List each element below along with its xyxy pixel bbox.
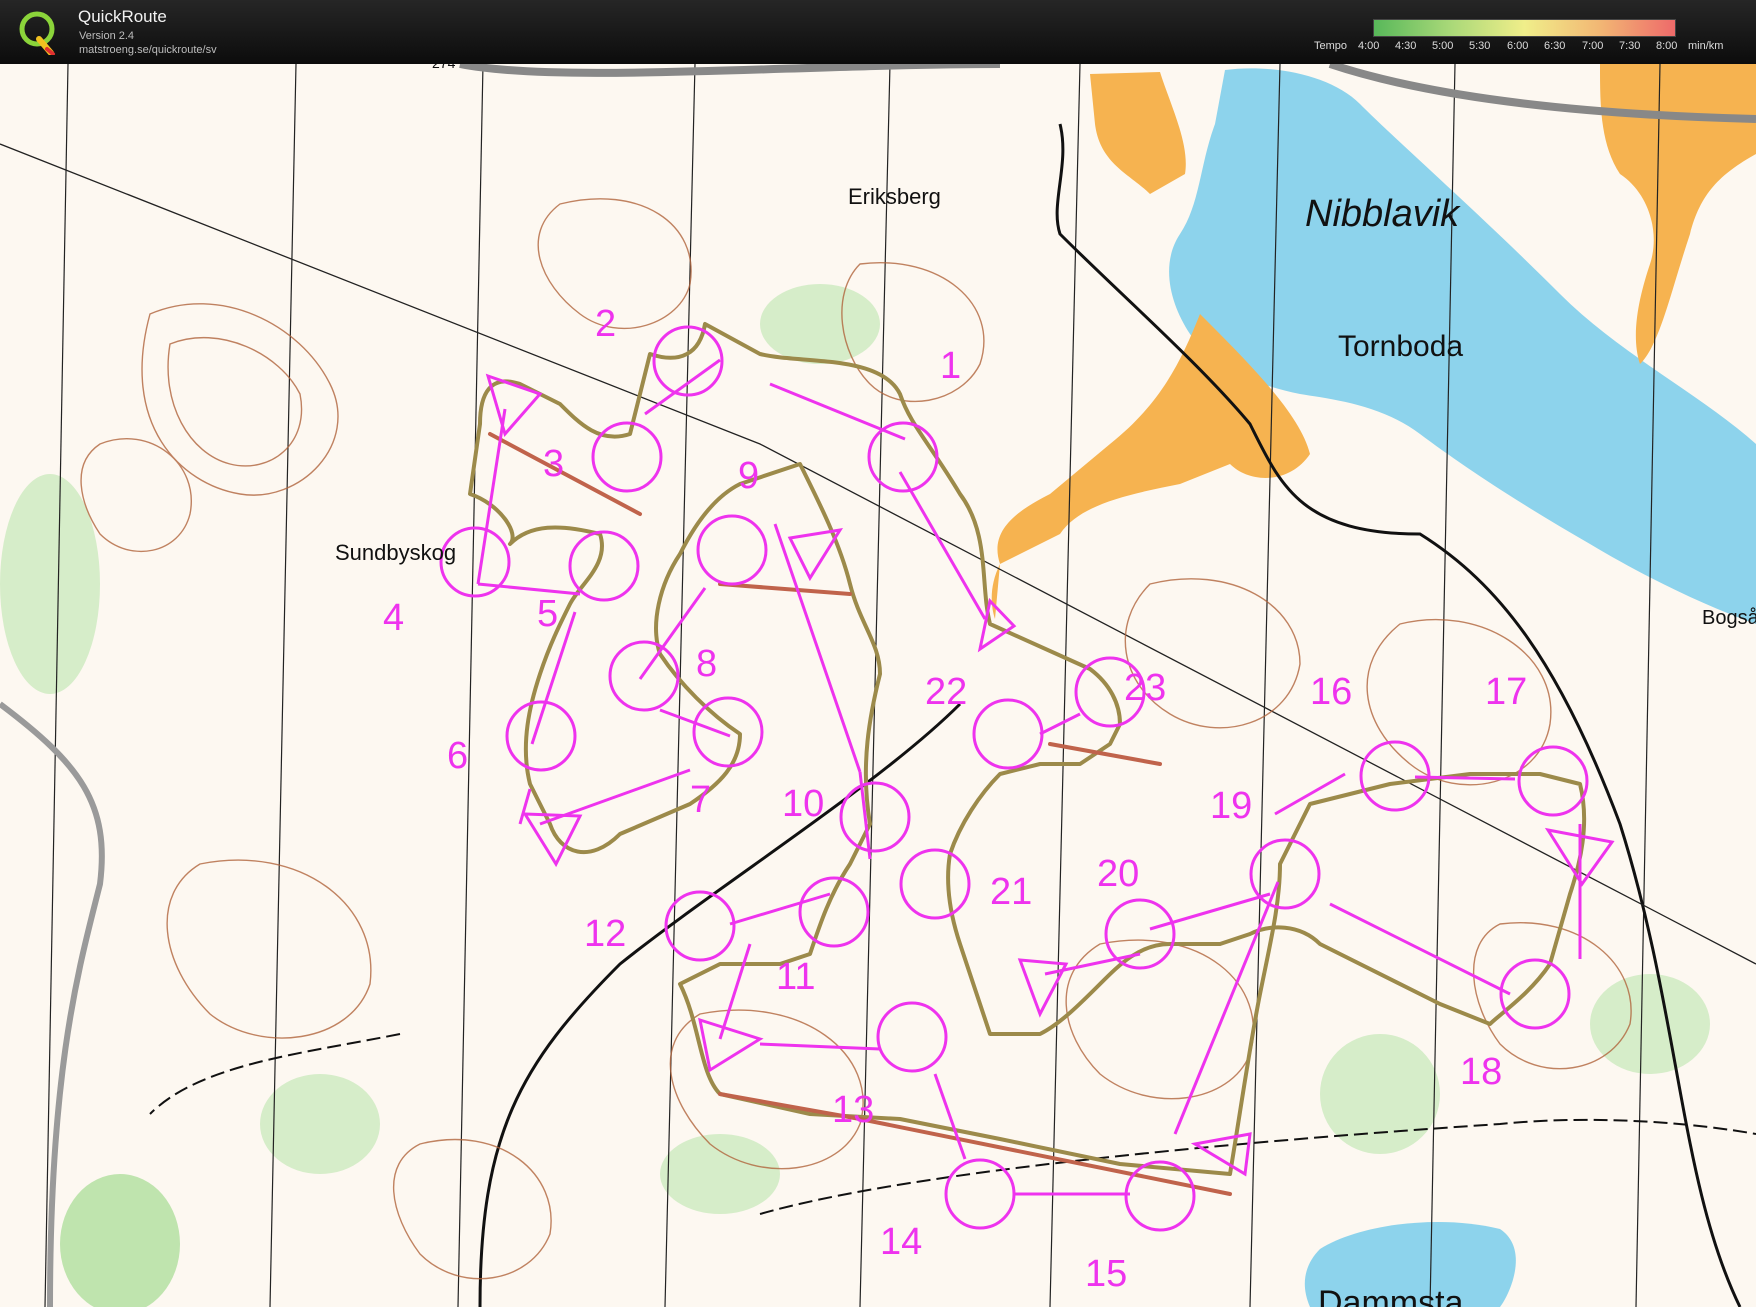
road-number: 274 <box>432 64 456 71</box>
green-area <box>760 284 880 364</box>
control-number: 16 <box>1310 671 1352 713</box>
control-number: 13 <box>832 1089 874 1131</box>
control-number: 19 <box>1210 785 1252 827</box>
control-number: 1 <box>940 345 961 387</box>
control-number: 11 <box>776 956 815 998</box>
green-area <box>1590 974 1710 1074</box>
start-triangle <box>1017 958 1069 1018</box>
control-number: 23 <box>1124 667 1166 709</box>
place-name-nibblavik: Nibblavik <box>1305 193 1461 235</box>
pace-tick: 7:00 <box>1582 40 1604 52</box>
control-number: 15 <box>1085 1253 1127 1295</box>
control-number: 7 <box>690 779 711 821</box>
green-area <box>0 474 100 694</box>
control-number: 4 <box>383 597 404 639</box>
pace-tick: 8:00 <box>1656 40 1678 52</box>
orienteering-map[interactable]: 1 2 3 4 5 6 7 8 9 10 11 12 13 14 15 16 1… <box>0 64 1756 1307</box>
app-title: QuickRoute <box>78 7 167 26</box>
green-area <box>60 1174 180 1307</box>
app-url[interactable]: matstroeng.se/quickroute/sv <box>79 44 217 56</box>
open-land <box>1090 72 1186 194</box>
control-number: 8 <box>696 643 717 685</box>
pace-tick: 4:00 <box>1358 40 1380 52</box>
map-canvas[interactable]: 1 2 3 4 5 6 7 8 9 10 11 12 13 14 15 16 1… <box>0 64 1756 1307</box>
pace-tick: 6:00 <box>1507 40 1529 52</box>
pace-legend-label: Tempo <box>1314 40 1348 52</box>
pace-legend-bar <box>1373 19 1676 37</box>
place-name-tornboda: Tornboda <box>1338 330 1463 363</box>
start-triangle <box>698 1017 764 1073</box>
quickroute-logo-icon <box>19 11 55 55</box>
pace-tick: 6:30 <box>1544 40 1566 52</box>
place-name-dammsta: Dammsta <box>1318 1284 1464 1307</box>
control-number: 10 <box>782 783 824 825</box>
finish-triangle <box>1190 1132 1252 1177</box>
place-name-sundbyskog: Sundbyskog <box>335 540 456 565</box>
control-number: 9 <box>738 455 759 497</box>
control-number: 12 <box>584 913 626 955</box>
control-number: 17 <box>1485 671 1527 713</box>
place-name-eriksberg: Eriksberg <box>848 184 941 209</box>
app-header: QuickRoute Version 2.4 matstroeng.se/qui… <box>0 0 1756 64</box>
pace-legend: Tempo 4:00 4:30 5:00 5:30 6:00 6:30 7:00… <box>1314 40 1723 52</box>
pace-tick: 4:30 <box>1395 40 1417 52</box>
green-area <box>660 1134 780 1214</box>
control-number: 5 <box>537 593 558 635</box>
pace-tick: 7:30 <box>1619 40 1641 52</box>
control-number: 14 <box>880 1221 922 1263</box>
place-name-bogsa: Bogså <box>1702 607 1756 629</box>
control-number: 18 <box>1460 1051 1502 1093</box>
control-number: 2 <box>595 303 616 345</box>
control-number: 20 <box>1097 853 1139 895</box>
control-number: 6 <box>447 735 468 777</box>
control-number: 22 <box>925 671 967 713</box>
control-number: 21 <box>990 871 1032 913</box>
control-number: 3 <box>543 443 564 485</box>
pace-unit: min/km <box>1688 40 1724 52</box>
pace-tick: 5:30 <box>1469 40 1491 52</box>
green-area <box>260 1074 380 1174</box>
pace-tick: 5:00 <box>1432 40 1454 52</box>
start-triangle <box>522 812 583 868</box>
app-version: Version 2.4 <box>79 30 135 42</box>
